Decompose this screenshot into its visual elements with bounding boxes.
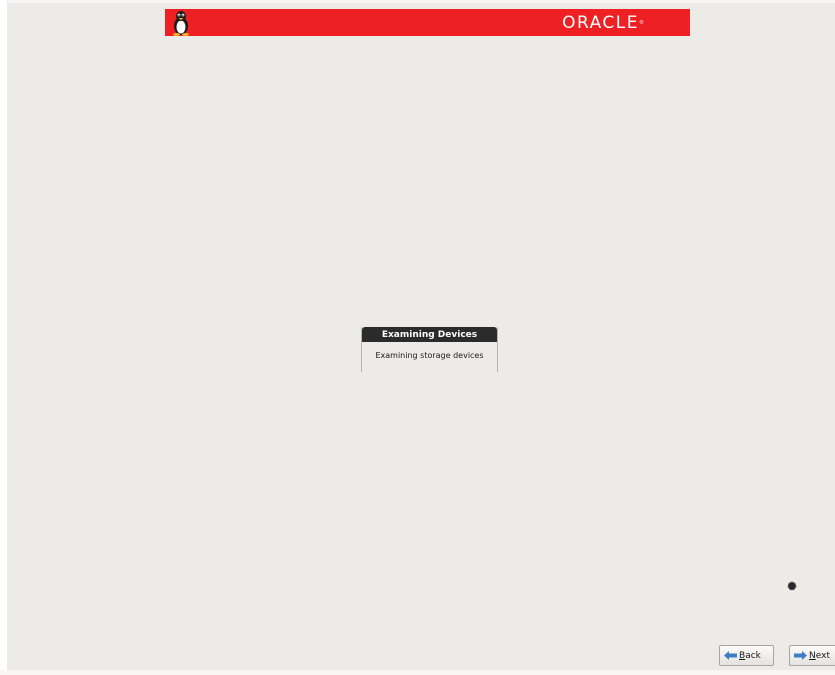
next-label: Next — [809, 651, 830, 661]
brand-text: ORACLE — [562, 13, 639, 33]
brand-mark: ® — [639, 20, 644, 26]
oracle-banner: ORACLE® — [165, 9, 690, 36]
dialog-title: Examining Devices — [362, 327, 497, 342]
next-rest: ext — [815, 650, 830, 661]
spinner-icon — [787, 581, 797, 591]
examining-devices-dialog: Examining Devices Examining storage devi… — [361, 327, 498, 372]
arrow-right-icon — [794, 651, 807, 660]
next-accel: N — [809, 650, 816, 661]
top-edge — [0, 0, 835, 3]
tux-penguin-icon — [173, 11, 189, 36]
dialog-message: Examining storage devices — [375, 351, 484, 360]
back-rest: ack — [745, 650, 761, 661]
installer-screen: ORACLE® Examining Devices Examining stor… — [0, 0, 835, 675]
bottom-edge — [0, 670, 835, 675]
left-edge — [0, 0, 7, 675]
next-button[interactable]: Next — [789, 645, 835, 666]
oracle-logo: ORACLE® — [562, 13, 644, 33]
back-button[interactable]: Back — [719, 645, 774, 666]
back-label: Back — [739, 651, 761, 661]
arrow-left-icon — [724, 651, 737, 660]
